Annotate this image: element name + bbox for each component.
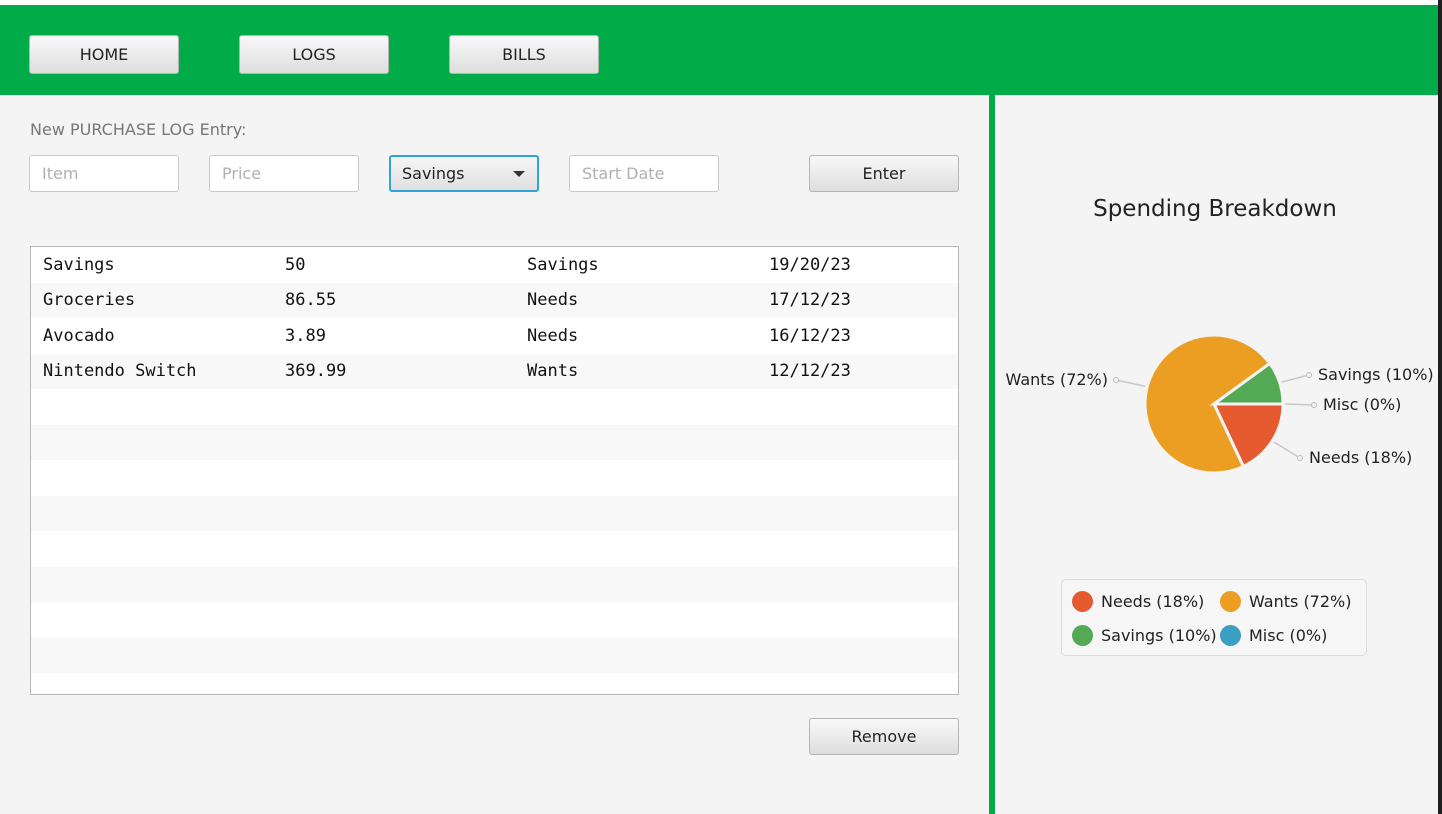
table-row[interactable]: Groceries 86.55 Needs 17/12/23: [31, 282, 958, 318]
item-cell: Avocado: [43, 325, 115, 346]
table-row[interactable]: Nintendo Switch 369.99 Wants 12/12/23: [31, 353, 958, 389]
category-cell: Savings: [527, 254, 599, 275]
table-row[interactable]: Avocado 3.89 Needs 16/12/23: [31, 318, 958, 354]
table-row[interactable]: [31, 460, 958, 496]
legend-item-wants: Wants (72%): [1220, 591, 1351, 612]
chevron-down-icon: [513, 171, 525, 177]
form-title: New PURCHASE LOG Entry:: [30, 120, 247, 139]
start-date-input[interactable]: [569, 155, 719, 192]
legend-dot-icon: [1220, 625, 1241, 646]
category-cell: Wants: [527, 361, 579, 382]
price-cell: 369.99: [285, 361, 347, 382]
legend-item-savings: Savings (10%): [1072, 625, 1217, 646]
legend-label: Misc (0%): [1249, 626, 1328, 645]
item-cell: Nintendo Switch: [43, 361, 197, 382]
table-row[interactable]: [31, 637, 958, 673]
label-marker: [1306, 372, 1312, 378]
label-line: [1115, 379, 1146, 388]
legend-dot-icon: [1072, 591, 1093, 612]
legend-dot-icon: [1220, 591, 1241, 612]
price-cell: 50: [285, 254, 306, 275]
date-cell: 12/12/23: [769, 361, 851, 382]
legend-label: Needs (18%): [1101, 592, 1205, 611]
price-input[interactable]: [209, 155, 359, 192]
category-select[interactable]: Savings: [389, 155, 539, 192]
price-cell: 3.89: [285, 325, 326, 346]
legend-item-misc: Misc (0%): [1220, 625, 1327, 646]
label-marker: [1113, 377, 1119, 383]
category-selected: Savings: [402, 164, 465, 183]
table-row[interactable]: [31, 566, 958, 602]
logs-button[interactable]: LOGS: [239, 35, 389, 74]
item-input[interactable]: [29, 155, 179, 192]
table-row[interactable]: [31, 673, 958, 694]
category-cell: Needs: [527, 325, 579, 346]
label-line: [1284, 403, 1315, 406]
date-cell: 17/12/23: [769, 290, 851, 311]
nav-bar: HOME LOGS BILLS: [0, 5, 1438, 95]
home-button[interactable]: HOME: [29, 35, 179, 74]
slice-label-savings: Savings (10%): [1318, 365, 1434, 384]
pie-chart: Needs (18%) Wants (72%) Savings (10%) Misc …: [1006, 333, 1434, 475]
table-row[interactable]: [31, 602, 958, 638]
window-edge: [1438, 0, 1442, 814]
enter-button[interactable]: Enter: [809, 155, 959, 192]
panel-divider: [989, 95, 995, 814]
date-cell: 16/12/23: [769, 325, 851, 346]
category-cell: Needs: [527, 290, 579, 311]
chart-legend: Needs (18%) Wants (72%) Savings (10%) Misc …: [1061, 579, 1367, 656]
bills-button[interactable]: BILLS: [449, 35, 599, 74]
table-row[interactable]: Savings 50 Savings 19/20/23: [31, 247, 958, 283]
table-row[interactable]: [31, 531, 958, 567]
item-cell: Savings: [43, 254, 115, 275]
label-line: [1281, 374, 1310, 383]
legend-dot-icon: [1072, 625, 1093, 646]
slice-label-misc: Misc (0%): [1323, 395, 1401, 414]
remove-button[interactable]: Remove: [809, 718, 959, 755]
legend-label: Wants (72%): [1249, 592, 1352, 611]
label-marker: [1297, 455, 1303, 461]
table-row[interactable]: [31, 389, 958, 425]
slice-label-needs: Needs (18%): [1309, 448, 1412, 467]
legend-label: Savings (10%): [1101, 626, 1217, 645]
legend-item-needs: Needs (18%): [1072, 591, 1204, 612]
label-marker: [1311, 402, 1317, 408]
date-cell: 19/20/23: [769, 254, 851, 275]
table-row[interactable]: [31, 495, 958, 531]
table-row[interactable]: [31, 424, 958, 460]
item-cell: Groceries: [43, 290, 136, 311]
purchase-log-table[interactable]: Savings 50 Savings 19/20/23 Groceries 86.55 Ne…: [30, 246, 959, 695]
price-cell: 86.55: [285, 290, 337, 311]
label-line: [1273, 441, 1301, 459]
slice-label-wants: Wants (72%): [1006, 370, 1108, 389]
